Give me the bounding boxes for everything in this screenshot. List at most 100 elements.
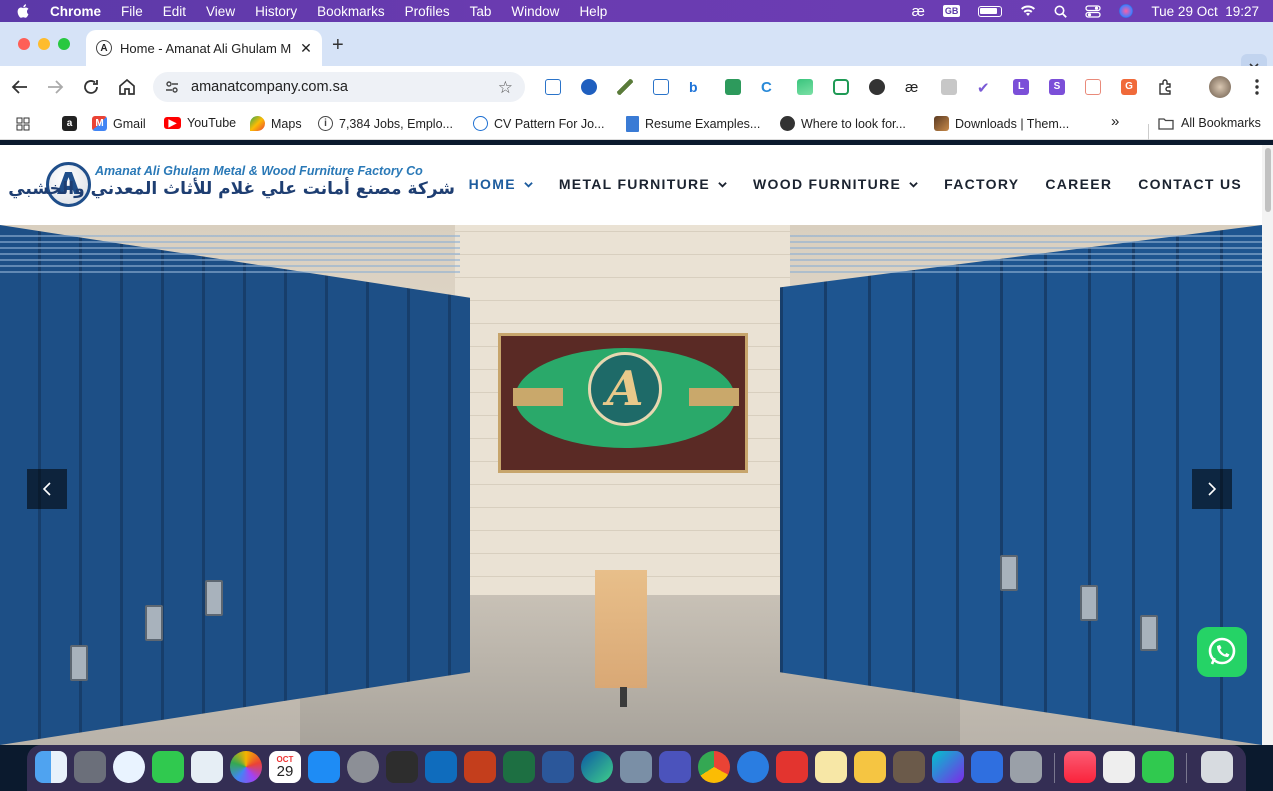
textedit-icon[interactable] (1103, 751, 1135, 783)
launchpad-icon[interactable] (74, 751, 106, 783)
company-name-english[interactable]: Amanat Ali Ghulam Metal & Wood Furniture… (95, 164, 423, 178)
finder-icon[interactable] (35, 751, 67, 783)
siri-icon[interactable] (1119, 4, 1134, 18)
ae-status-icon[interactable]: æ (912, 3, 925, 20)
company-name-arabic[interactable]: شركة مصنع أمانت علي غلام للأثاث المعدني … (8, 179, 455, 199)
minimize-window-button[interactable] (38, 38, 50, 50)
bookmark-youtube[interactable]: ▶ YouTube (164, 116, 236, 130)
reload-icon[interactable] (80, 76, 102, 98)
slider-prev-button[interactable] (27, 469, 67, 509)
home-icon[interactable] (116, 76, 138, 98)
folder-app-icon[interactable] (854, 751, 886, 783)
spotlight-search-icon[interactable] (1054, 5, 1068, 18)
extension-s-icon[interactable]: S (1049, 79, 1065, 95)
all-bookmarks-button[interactable]: All Bookmarks (1158, 116, 1261, 130)
menu-bookmarks[interactable]: Bookmarks (317, 4, 385, 19)
pdf-app-icon[interactable] (776, 751, 808, 783)
close-window-button[interactable] (18, 38, 30, 50)
menu-file[interactable]: File (121, 4, 143, 19)
active-tab[interactable]: A Home - Amanat Ali Ghulam M ✕ (86, 30, 322, 66)
bookmark-resume-examples[interactable]: Resume Examples... (626, 116, 760, 132)
chrome-menu-icon[interactable] (1255, 78, 1259, 96)
apps-grid-icon[interactable] (16, 117, 30, 131)
extension-4-icon[interactable] (653, 79, 669, 95)
profile-avatar[interactable] (1209, 76, 1231, 98)
extension-1-icon[interactable] (545, 79, 561, 95)
menu-help[interactable]: Help (579, 4, 607, 19)
menu-edit[interactable]: Edit (163, 4, 186, 19)
app-blue-icon[interactable] (737, 751, 769, 783)
wifi-icon[interactable] (1020, 5, 1036, 17)
bookmark-amazon[interactable]: a (62, 116, 83, 131)
messages-icon[interactable] (152, 751, 184, 783)
nav-contact-us[interactable]: CONTACT US (1138, 176, 1242, 192)
trash-icon[interactable] (1201, 751, 1233, 783)
page-scrollbar[interactable] (1262, 145, 1273, 745)
facetime-icon[interactable] (1142, 751, 1174, 783)
font-book-icon[interactable] (1010, 751, 1042, 783)
extension-9-icon[interactable] (833, 79, 849, 95)
back-arrow-icon[interactable] (9, 76, 31, 98)
new-tab-button[interactable]: + (332, 34, 344, 57)
calendar-icon[interactable]: OCT 29 (269, 751, 301, 783)
chrome-icon[interactable] (698, 751, 730, 783)
site-info-icon[interactable] (165, 80, 179, 94)
extension-8-icon[interactable] (797, 79, 813, 95)
extension-l-icon[interactable]: L (1013, 79, 1029, 95)
menu-view[interactable]: View (206, 4, 235, 19)
slider-next-button[interactable] (1192, 469, 1232, 509)
menu-tab[interactable]: Tab (470, 4, 492, 19)
more-bookmarks-chevron-icon[interactable]: » (1111, 113, 1119, 130)
bookmark-where-to-look[interactable]: Where to look for... (780, 116, 906, 131)
control-center-icon[interactable] (1085, 4, 1102, 18)
nav-career[interactable]: CAREER (1045, 176, 1112, 192)
apple-icon[interactable] (16, 3, 32, 19)
excel-icon[interactable] (503, 751, 535, 783)
extension-2-icon[interactable] (581, 79, 597, 95)
bookmark-jobs[interactable]: i 7,384 Jobs, Emplo... (318, 116, 453, 131)
close-tab-icon[interactable]: ✕ (296, 40, 316, 57)
nav-wood-furniture[interactable]: WOOD FURNITURE (753, 176, 918, 192)
maps-app-icon[interactable] (191, 751, 223, 783)
menu-profiles[interactable]: Profiles (405, 4, 450, 19)
menu-app-name[interactable]: Chrome (50, 4, 101, 19)
whatsapp-chat-button[interactable] (1197, 627, 1247, 677)
system-settings-icon[interactable] (347, 751, 379, 783)
zoom-window-button[interactable] (58, 38, 70, 50)
forward-arrow-icon[interactable] (44, 76, 66, 98)
app-store-icon[interactable] (308, 751, 340, 783)
edge-icon[interactable] (581, 751, 613, 783)
battery-icon[interactable] (978, 5, 1003, 17)
app-arrow-icon[interactable] (971, 751, 1003, 783)
bookmark-star-icon[interactable]: ☆ (498, 78, 513, 98)
extensions-puzzle-icon[interactable] (1157, 79, 1173, 95)
scrollbar-thumb[interactable] (1265, 148, 1271, 212)
address-bar[interactable]: amanatcompany.com.sa ☆ (153, 72, 525, 102)
notes-icon[interactable] (815, 751, 847, 783)
teams-icon[interactable] (659, 751, 691, 783)
menu-history[interactable]: History (255, 4, 297, 19)
keyboard-layout-badge[interactable]: GB (942, 5, 961, 17)
bookmark-gmail[interactable]: M Gmail (92, 116, 146, 131)
extension-10-icon[interactable] (869, 79, 885, 95)
extension-3-icon[interactable] (617, 79, 633, 95)
photos-icon[interactable] (230, 751, 262, 783)
extension-6-icon[interactable] (725, 79, 741, 95)
menubar-clock[interactable]: Tue 29 Oct 19:27 (1151, 4, 1259, 19)
gimp-icon[interactable] (893, 751, 925, 783)
calculator-icon[interactable] (386, 751, 418, 783)
ae-extension-icon[interactable]: æ (905, 79, 921, 96)
extension-g-icon[interactable]: G (1121, 79, 1137, 95)
nav-metal-furniture[interactable]: METAL FURNITURE (559, 176, 727, 192)
extension-13-icon[interactable]: ✔ (977, 79, 993, 97)
bing-icon[interactable]: b (689, 79, 705, 95)
bookmark-cv-pattern[interactable]: CV Pattern For Jo... (473, 116, 604, 131)
menu-window[interactable]: Window (511, 4, 559, 19)
canva-icon[interactable] (932, 751, 964, 783)
extension-12-icon[interactable] (941, 79, 957, 95)
safari-icon[interactable] (113, 751, 145, 783)
bookmark-downloads-themes[interactable]: Downloads | Them... (934, 116, 1069, 131)
extension-16-icon[interactable] (1085, 79, 1101, 95)
nav-home[interactable]: HOME (469, 176, 533, 192)
word-icon[interactable] (542, 751, 574, 783)
